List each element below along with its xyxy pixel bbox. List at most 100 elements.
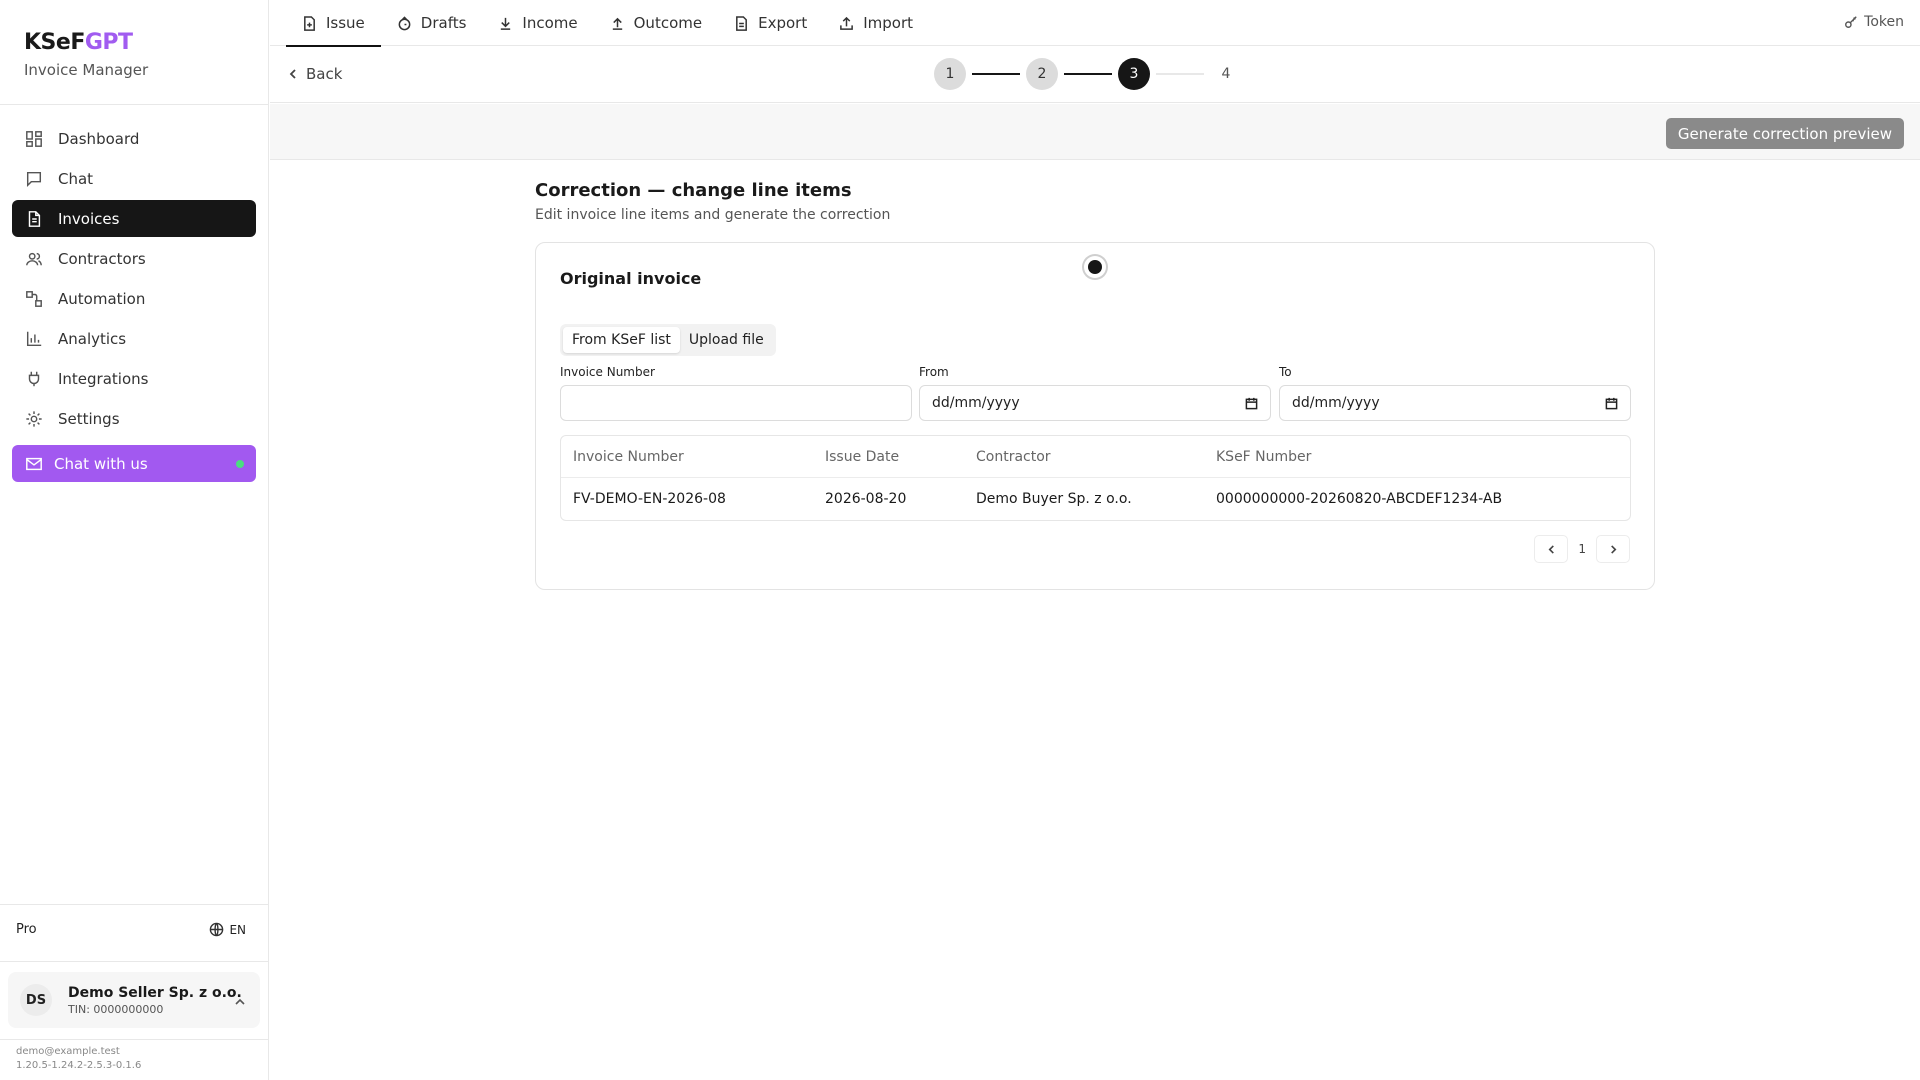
plan-label: Pro (16, 922, 37, 937)
step-1[interactable]: 1 (934, 58, 966, 90)
key-icon (1845, 16, 1857, 28)
step-connector (1156, 73, 1204, 75)
step-3[interactable]: 3 (1118, 58, 1150, 90)
tab-label: Outcome (633, 14, 703, 32)
sidebar-item-label: Contractors (58, 249, 146, 268)
account-switcher[interactable]: DS Demo Seller Sp. z o.o. TIN: 000000000… (8, 972, 260, 1028)
brand-subtitle: Invoice Manager (24, 61, 149, 79)
invoice-number-label: Invoice Number (560, 365, 655, 379)
sidebar-item-label: Settings (58, 409, 120, 428)
to-date-label: To (1279, 365, 1292, 379)
sidebar-item-invoices[interactable]: Invoices (12, 200, 256, 237)
invoice-number-input[interactable] (560, 385, 912, 421)
calendar-icon[interactable] (1245, 397, 1258, 410)
step-connector (972, 73, 1020, 75)
tab-export[interactable]: Export (718, 0, 823, 46)
stepper: 1 2 3 4 (934, 58, 1242, 90)
calendar-icon[interactable] (1605, 397, 1618, 410)
column-header[interactable]: Invoice Number (561, 449, 813, 465)
segment-from-ksef-list[interactable]: From KSeF list (563, 327, 680, 353)
original-invoice-card: Original invoice From KSeF list Upload f… (535, 242, 1655, 590)
column-header[interactable]: KSeF Number (1204, 449, 1624, 465)
chevron-right-icon (1610, 544, 1616, 554)
page-subtitle: Edit invoice line items and generate the… (535, 207, 891, 223)
sidebar-item-label: Analytics (58, 329, 127, 348)
action-bar: Generate correction preview (270, 104, 1920, 160)
sidebar-item-label: Chat (58, 169, 94, 188)
file-export-icon (736, 15, 748, 31)
page-title: Correction — change line items (535, 180, 852, 201)
online-status-dot (236, 460, 244, 468)
sidebar-divider (0, 961, 269, 962)
chat-with-us-button[interactable]: Chat with us (12, 445, 256, 482)
sidebar-item-integrations[interactable]: Integrations (12, 360, 256, 397)
table-row[interactable]: FV-DEMO-EN-2026-08 2026-08-20 Demo Buyer… (561, 478, 1630, 520)
cell-ksef-number: 0000000000-20260820-ABCDEF1234-AB (1216, 491, 1503, 507)
radio-indicator[interactable] (1084, 256, 1106, 278)
from-date-label: From (919, 365, 949, 379)
tab-label: Income (522, 14, 578, 32)
invoices-table: Invoice Number Issue Date Contractor KSe… (560, 435, 1631, 521)
token-button[interactable]: Token (1844, 14, 1904, 30)
from-date-value: dd/mm/yyyy (932, 395, 1020, 411)
chevron-up-icon (234, 994, 246, 1006)
source-segmented-control: From KSeF list Upload file (560, 324, 776, 356)
column-header[interactable]: Issue Date (813, 449, 964, 465)
users-icon (24, 249, 44, 269)
brand: KSeFGPT Invoice Manager (24, 30, 148, 79)
back-label: Back (306, 65, 343, 83)
file-plus-icon (304, 15, 315, 31)
chevron-left-icon (1548, 544, 1554, 554)
sidebar-item-settings[interactable]: Settings (12, 400, 256, 437)
segment-upload-file[interactable]: Upload file (680, 327, 773, 353)
sidebar-item-contractors[interactable]: Contractors (12, 240, 256, 277)
chat-with-us-label: Chat with us (54, 454, 148, 473)
tab-label: Import (863, 14, 913, 32)
tab-drafts[interactable]: Drafts (381, 0, 483, 46)
column-header[interactable]: Contractor (964, 449, 1204, 465)
sidebar-item-label: Invoices (58, 209, 120, 228)
bar-chart-icon (24, 329, 44, 349)
sidebar-item-label: Dashboard (58, 129, 140, 148)
tab-label: Drafts (420, 14, 467, 32)
tab-issue[interactable]: Issue (286, 0, 381, 47)
account-tin: TIN: 0000000000 (68, 1002, 164, 1016)
sidebar-footer: demo@example.test 1.20.5-1.24.2-2.5.3-0.… (16, 1045, 141, 1073)
globe-icon (210, 922, 224, 937)
grid-icon (24, 129, 44, 149)
step-connector (1064, 73, 1112, 75)
chevron-left-icon (289, 69, 296, 79)
sidebar-item-automation[interactable]: Automation (12, 280, 256, 317)
pagination: 1 (1534, 535, 1630, 563)
tab-outcome[interactable]: Outcome (594, 0, 718, 46)
next-page-button[interactable] (1596, 535, 1630, 563)
token-label: Token (1864, 14, 1904, 30)
sidebar-item-analytics[interactable]: Analytics (12, 320, 256, 357)
cell-issue-date: 2026-08-20 (825, 491, 907, 507)
sidebar-item-dashboard[interactable]: Dashboard (12, 120, 256, 157)
sidebar-item-label: Integrations (58, 369, 149, 388)
tab-import[interactable]: Import (823, 0, 929, 46)
generate-correction-preview-button[interactable]: Generate correction preview (1665, 118, 1904, 149)
avatar: DS (20, 984, 52, 1016)
step-4[interactable]: 4 (1210, 58, 1242, 90)
footer-version: 1.20.5-1.24.2-2.5.3-0.1.6 (16, 1060, 142, 1071)
sidebar: KSeFGPT Invoice Manager Dashboard Chat I… (0, 0, 269, 1080)
mail-icon (24, 454, 44, 474)
to-date-value: dd/mm/yyyy (1292, 395, 1380, 411)
prev-page-button[interactable] (1534, 535, 1569, 563)
step-2[interactable]: 2 (1026, 58, 1058, 90)
sidebar-divider (0, 904, 269, 905)
brand-logo[interactable]: KSeFGPT (24, 30, 148, 55)
card-title: Original invoice (560, 269, 702, 288)
download-icon (501, 17, 511, 30)
tab-income[interactable]: Income (482, 0, 593, 46)
from-date-input[interactable]: dd/mm/yyyy (919, 385, 1271, 421)
sidebar-item-chat[interactable]: Chat (12, 160, 256, 197)
from-date-field: From dd/mm/yyyy (919, 365, 1271, 421)
back-button[interactable]: Back (288, 65, 342, 83)
gear-icon (24, 409, 44, 429)
to-date-input[interactable]: dd/mm/yyyy (1279, 385, 1631, 421)
cell-contractor: Demo Buyer Sp. z o.o. (976, 491, 1132, 507)
language-switcher[interactable]: EN (209, 922, 246, 937)
